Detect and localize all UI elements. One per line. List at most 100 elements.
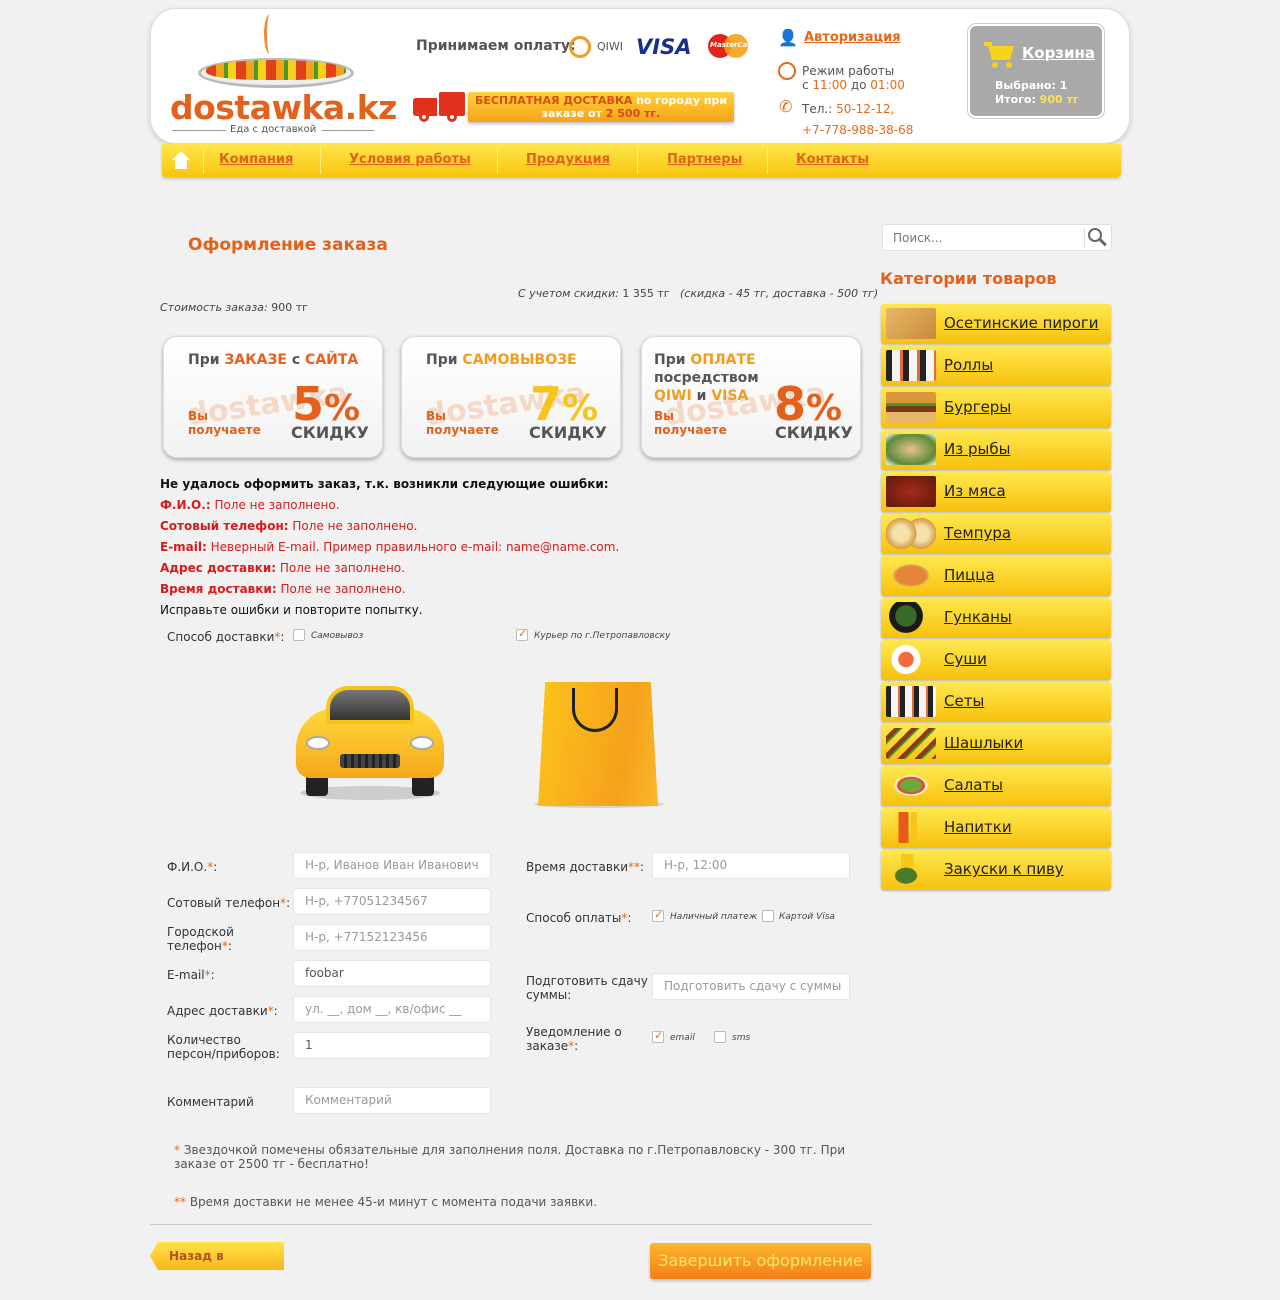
fio-input[interactable]: Н-р, Иванов Иван Иванович	[293, 852, 491, 879]
promo-discount-word: СКИДКУ	[291, 423, 369, 442]
notify-email-label: email	[670, 1033, 695, 1043]
time-label: Время доставки**:	[526, 860, 645, 874]
courier-checkbox[interactable]	[516, 627, 528, 641]
search-input[interactable]: Поиск...	[882, 224, 1112, 251]
comment-input[interactable]: Комментарий	[293, 1087, 491, 1114]
mobile-input[interactable]: Н-р, +77051234567	[293, 888, 491, 915]
phone-label: Тел.:	[802, 102, 837, 116]
address-input[interactable]: ул. __, дом __, кв/офис __	[293, 996, 491, 1023]
nav-item-products[interactable]: Продукция	[526, 152, 610, 167]
promo-you-1: Вы	[654, 409, 674, 423]
category-salads[interactable]: Салаты	[881, 766, 1111, 806]
order-cost-value: 900 тг	[267, 301, 308, 314]
category-gunkans[interactable]: Гунканы	[881, 598, 1111, 638]
nav-item-partners[interactable]: Партнеры	[667, 152, 742, 167]
shopping-bag-icon[interactable]	[524, 678, 670, 808]
category-tempura[interactable]: Темпура	[881, 514, 1111, 554]
clock-icon	[778, 62, 796, 80]
finish-order-button[interactable]: Завершить оформление	[650, 1243, 871, 1279]
sets-icon	[886, 686, 936, 717]
auth-link[interactable]: Авторизация	[804, 30, 901, 45]
promo-you-1: Вы	[426, 409, 446, 423]
required-note-text: Звездочкой помечены обязательные для зап…	[174, 1143, 846, 1171]
error-field: Ф.И.О.:	[160, 498, 211, 512]
logo-food-icon	[206, 60, 346, 80]
promo-you-get: Вы получаете	[188, 409, 261, 437]
logo-tagline: Еда с доставкой	[230, 124, 317, 135]
category-label: Суши	[944, 650, 987, 668]
category-shashlik[interactable]: Шашлыки	[881, 724, 1111, 764]
category-pizza[interactable]: Пицца	[881, 556, 1111, 596]
phone-icon: ✆	[779, 97, 793, 116]
page-title: Оформление заказа	[188, 235, 388, 255]
change-input[interactable]: Подготовить сдачу с суммы	[652, 973, 850, 1000]
error-message: Поле не заполнено.	[276, 582, 406, 596]
error-message: Поле не заполнено.	[288, 519, 418, 533]
email-input[interactable]: foobar	[293, 960, 491, 987]
categories-title: Категории товаров	[880, 269, 1057, 288]
category-label: Шашлыки	[944, 734, 1024, 752]
fio-label-text: Ф.И.О.	[167, 860, 208, 874]
nav-item-terms[interactable]: Условия работы	[349, 152, 471, 167]
user-icon: 👤	[778, 28, 798, 47]
hours-start: 11:00	[812, 78, 848, 92]
logo-steam-icon	[264, 14, 276, 54]
order-cost-label: Стоимость заказа:	[160, 301, 268, 314]
persons-input[interactable]: 1	[293, 1032, 491, 1059]
back-to-cart-button[interactable]: Назад в корзину	[150, 1242, 284, 1270]
logo[interactable]: dostawka.kz	[170, 88, 397, 127]
required-note: * Звездочкой помечены обязательные для з…	[174, 1143, 854, 1171]
notify-email-checkbox[interactable]	[652, 1029, 664, 1043]
notify-sms-checkbox[interactable]	[714, 1031, 726, 1043]
promo-title-text: посредством	[654, 370, 759, 386]
search-icon[interactable]	[1088, 228, 1108, 248]
free-delivery-text: по городу при	[632, 94, 728, 107]
promo-title: При САМОВЫВОЗЕ	[426, 351, 577, 369]
logo-divider	[322, 130, 374, 131]
nav-item-contacts[interactable]: Контакты	[796, 152, 869, 167]
error-message: Поле не заполнено.	[210, 498, 340, 512]
tempura-icon	[886, 518, 936, 549]
logo-divider	[172, 130, 226, 131]
pickup-checkbox[interactable]	[293, 629, 305, 641]
payment-method-label: Способ оплаты*:	[526, 911, 632, 925]
discount-value: 1 355 тг	[618, 287, 670, 300]
drinks-icon	[886, 812, 936, 843]
promo-title-text: При	[426, 352, 463, 368]
cart-link[interactable]: Корзина	[1022, 44, 1095, 62]
category-burgers[interactable]: Бургеры	[881, 388, 1111, 428]
persons-label: Количество персон/приборов:	[167, 1033, 280, 1061]
mobile-label: Сотовый телефон*:	[167, 896, 291, 910]
error-message: Поле не заполнено.	[276, 561, 405, 575]
payment-cash-checkbox[interactable]	[652, 908, 664, 922]
beer-snacks-icon	[886, 854, 936, 885]
category-ossetian-pies[interactable]: Осетинские пироги	[881, 304, 1111, 344]
category-meat[interactable]: Из мяса	[881, 472, 1111, 512]
category-rolls[interactable]: Роллы	[881, 346, 1111, 386]
required-star: **	[174, 1195, 186, 1209]
home-icon[interactable]	[172, 151, 190, 169]
category-label: Салаты	[944, 776, 1004, 794]
category-fish[interactable]: Из рыбы	[881, 430, 1111, 470]
error-title: Не удалось оформить заказ, т.к. возникли…	[160, 477, 609, 491]
payment-visa-checkbox[interactable]	[762, 910, 774, 922]
category-drinks[interactable]: Напитки	[881, 808, 1111, 848]
discount-summary: С учетом скидки: 1 355 тг (скидка - 45 т…	[518, 287, 878, 300]
category-sushi[interactable]: Суши	[881, 640, 1111, 680]
free-delivery-highlight: БЕСПЛАТНАЯ ДОСТАВКА	[474, 94, 633, 107]
cart-icon[interactable]	[984, 42, 1018, 68]
delivery-method-text: Способ доставки	[167, 630, 275, 644]
rolls-icon	[886, 350, 936, 381]
category-sets[interactable]: Сеты	[881, 682, 1111, 722]
persons-label-2: персон/приборов:	[167, 1047, 280, 1061]
car-icon[interactable]	[290, 680, 450, 802]
time-label-text: Время доставки	[526, 860, 629, 874]
promo-title-text: с	[287, 352, 306, 368]
city-phone-input[interactable]: Н-р, +77152123456	[293, 924, 491, 951]
time-input[interactable]: Н-р, 12:00	[652, 852, 850, 879]
phone-line-1: Тел.: 50-12-12,	[802, 102, 894, 116]
category-beer-snacks[interactable]: Закуски к пиву	[881, 850, 1111, 890]
nav-item-company[interactable]: Компания	[219, 152, 293, 167]
promo-title: При ЗАКАЗЕ с САЙТА	[188, 351, 358, 369]
nav-divider	[637, 148, 638, 174]
